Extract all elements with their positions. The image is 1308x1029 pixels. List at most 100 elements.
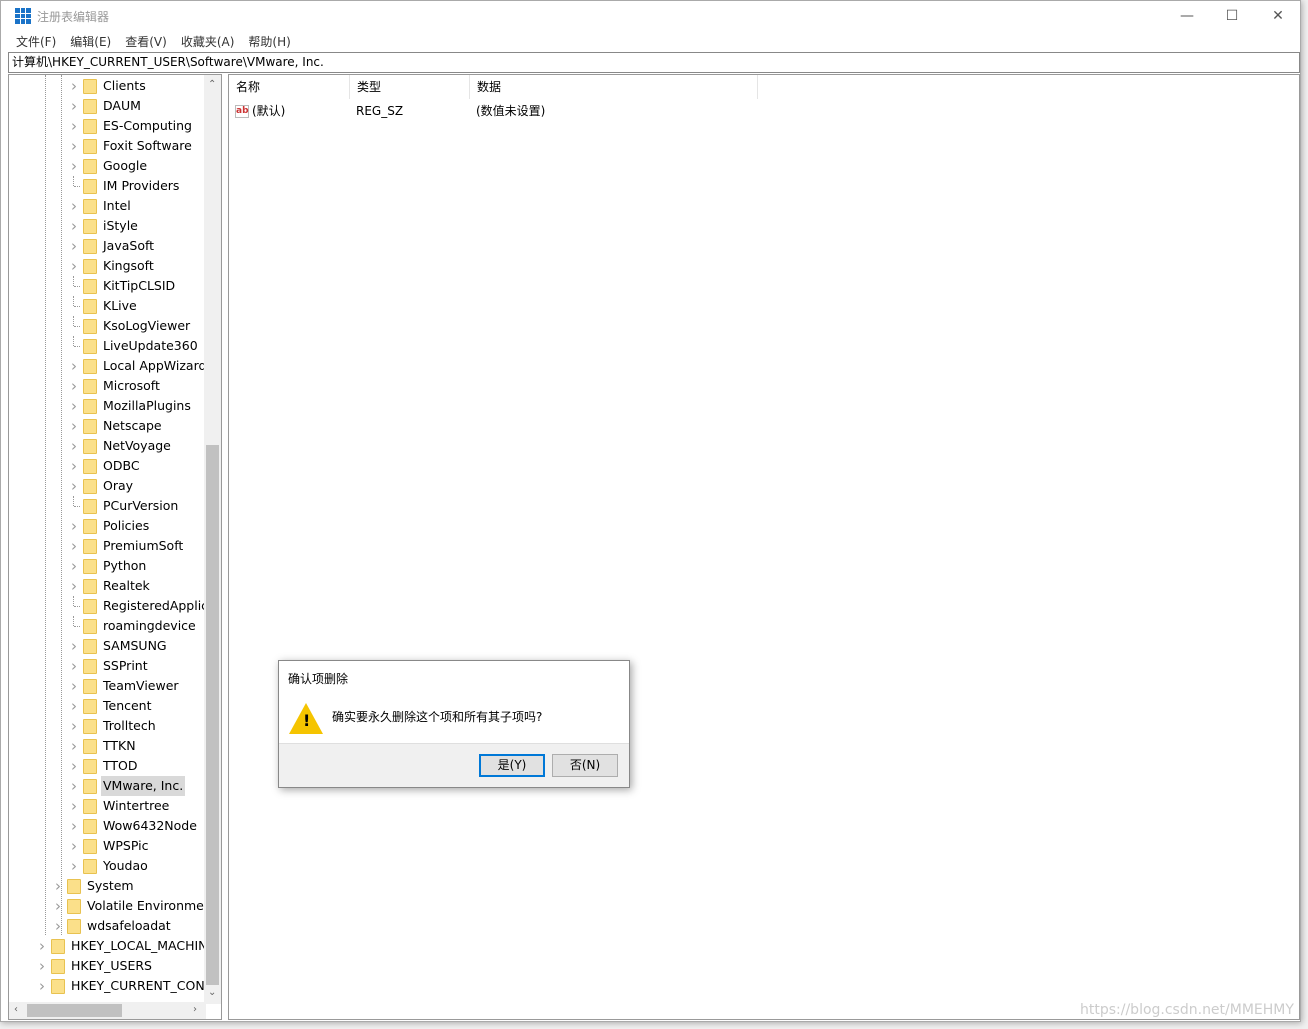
expand-arrow-icon[interactable]: ›	[37, 956, 47, 976]
tree-node[interactable]: › Youdao	[9, 856, 206, 876]
expand-arrow-icon[interactable]: ›	[69, 656, 79, 676]
tree-node[interactable]: › SAMSUNG	[9, 636, 206, 656]
menu-file[interactable]: 文件(F)	[9, 33, 63, 50]
expand-arrow-icon[interactable]: ›	[69, 636, 79, 656]
scroll-left-arrow-icon[interactable]: ‹	[14, 1004, 18, 1015]
expand-arrow-icon[interactable]: ›	[69, 456, 79, 476]
tree-node[interactable]: › ES-Computing	[9, 116, 206, 136]
expand-arrow-icon[interactable]: ›	[69, 676, 79, 696]
tree-node[interactable]: › VMware, Inc.	[9, 776, 206, 796]
scroll-down-arrow-icon[interactable]: ⌄	[208, 987, 216, 998]
tree-node[interactable]: roamingdevice	[9, 616, 206, 636]
expand-arrow-icon[interactable]: ›	[69, 416, 79, 436]
tree-node[interactable]: › DAUM	[9, 96, 206, 116]
tree-node[interactable]: › TTOD	[9, 756, 206, 776]
no-button[interactable]: 否(N)	[552, 754, 618, 777]
tree-node[interactable]: › Tencent	[9, 696, 206, 716]
tree-node[interactable]: › Google	[9, 156, 206, 176]
tree-node[interactable]: KitTipCLSID	[9, 276, 206, 296]
tree-node[interactable]: › Kingsoft	[9, 256, 206, 276]
tree-node[interactable]: › NetVoyage	[9, 436, 206, 456]
tree-node[interactable]: › Oray	[9, 476, 206, 496]
expand-arrow-icon[interactable]: ›	[69, 196, 79, 216]
tree-node[interactable]: IM Providers	[9, 176, 206, 196]
expand-arrow-icon[interactable]: ›	[69, 376, 79, 396]
tree-node[interactable]: › Foxit Software	[9, 136, 206, 156]
tree-node[interactable]: ›Local AppWizard-Generated Applications	[9, 356, 221, 376]
minimize-button[interactable]: —	[1164, 1, 1210, 31]
expand-arrow-icon[interactable]: ›	[69, 436, 79, 456]
tree-vertical-scrollbar[interactable]: ⌃ ⌄	[204, 75, 221, 1004]
tree-node[interactable]: › Intel	[9, 196, 206, 216]
tree-node[interactable]: › MozillaPlugins	[9, 396, 206, 416]
tree-node[interactable]: › PremiumSoft	[9, 536, 206, 556]
expand-arrow-icon[interactable]: ›	[69, 756, 79, 776]
expand-arrow-icon[interactable]: ›	[69, 816, 79, 836]
menu-favorites[interactable]: 收藏夹(A)	[174, 33, 242, 50]
tree-node[interactable]: RegisteredApplications	[9, 596, 221, 616]
tree-vscroll-thumb[interactable]	[206, 445, 219, 985]
tree-node[interactable]: › System	[9, 876, 206, 896]
tree-node[interactable]: › HKEY_USERS	[9, 956, 206, 976]
tree-node[interactable]: › SSPrint	[9, 656, 206, 676]
expand-arrow-icon[interactable]: ›	[69, 156, 79, 176]
expand-arrow-icon[interactable]: ›	[69, 76, 79, 96]
expand-arrow-icon[interactable]: ›	[69, 856, 79, 876]
address-bar[interactable]: 计算机\HKEY_CURRENT_USER\Software\VMware, I…	[8, 52, 1300, 73]
expand-arrow-icon[interactable]: ›	[69, 796, 79, 816]
expand-arrow-icon[interactable]: ›	[69, 576, 79, 596]
scroll-right-arrow-icon[interactable]: ›	[193, 1004, 197, 1015]
close-button[interactable]: ✕	[1255, 1, 1301, 31]
expand-arrow-icon[interactable]: ›	[69, 556, 79, 576]
scroll-up-arrow-icon[interactable]: ⌃	[208, 79, 216, 90]
expand-arrow-icon[interactable]: ›	[69, 236, 79, 256]
expand-arrow-icon[interactable]: ›	[69, 716, 79, 736]
expand-arrow-icon[interactable]: ›	[69, 836, 79, 856]
tree-node[interactable]: › Wow6432Node	[9, 816, 206, 836]
tree-node[interactable]: › TeamViewer	[9, 676, 206, 696]
tree-node[interactable]: › HKEY_CURRENT_CONFIG	[9, 976, 221, 996]
tree-node[interactable]: PCurVersion	[9, 496, 206, 516]
tree-node[interactable]: › wdsafeloadat	[9, 916, 206, 936]
expand-arrow-icon[interactable]: ›	[69, 216, 79, 236]
expand-arrow-icon[interactable]: ›	[69, 536, 79, 556]
expand-arrow-icon[interactable]: ›	[69, 516, 79, 536]
tree-node[interactable]: LiveUpdate360	[9, 336, 206, 356]
tree-node[interactable]: › iStyle	[9, 216, 206, 236]
tree-node[interactable]: › Python	[9, 556, 206, 576]
tree-node[interactable]: › Realtek	[9, 576, 206, 596]
tree-node[interactable]: › JavaSoft	[9, 236, 206, 256]
tree-node[interactable]: › Wintertree	[9, 796, 206, 816]
tree-node[interactable]: › WPSPic	[9, 836, 206, 856]
tree-node[interactable]: › Trolltech	[9, 716, 206, 736]
tree-node[interactable]: › Netscape	[9, 416, 206, 436]
tree-node[interactable]: KsoLogViewer	[9, 316, 206, 336]
menu-help[interactable]: 帮助(H)	[241, 33, 297, 50]
expand-arrow-icon[interactable]: ›	[37, 976, 47, 996]
tree-hscroll-thumb[interactable]	[27, 1004, 122, 1017]
tree-node[interactable]: KLive	[9, 296, 206, 316]
column-header-name[interactable]: 名称	[229, 75, 350, 99]
tree-horizontal-scrollbar[interactable]: ‹ ›	[9, 1002, 206, 1019]
expand-arrow-icon[interactable]: ›	[69, 356, 79, 376]
expand-arrow-icon[interactable]: ›	[69, 476, 79, 496]
expand-arrow-icon[interactable]: ›	[69, 776, 79, 796]
tree-node[interactable]: › Policies	[9, 516, 206, 536]
column-header-type[interactable]: 类型	[350, 75, 470, 99]
menu-view[interactable]: 查看(V)	[118, 33, 174, 50]
tree-node[interactable]: › HKEY_LOCAL_MACHINE	[9, 936, 215, 956]
expand-arrow-icon[interactable]: ›	[69, 116, 79, 136]
tree-node[interactable]: › ODBC	[9, 456, 206, 476]
tree-node[interactable]: › Clients	[9, 76, 206, 96]
tree-node[interactable]: › TTKN	[9, 736, 206, 756]
expand-arrow-icon[interactable]: ›	[69, 96, 79, 116]
expand-arrow-icon[interactable]: ›	[69, 256, 79, 276]
tree-node[interactable]: › Microsoft	[9, 376, 206, 396]
expand-arrow-icon[interactable]: ›	[37, 936, 47, 956]
maximize-button[interactable]: ☐	[1209, 1, 1255, 31]
expand-arrow-icon[interactable]: ›	[69, 136, 79, 156]
expand-arrow-icon[interactable]: ›	[69, 696, 79, 716]
column-header-data[interactable]: 数据	[470, 75, 758, 99]
expand-arrow-icon[interactable]: ›	[69, 396, 79, 416]
menu-edit[interactable]: 编辑(E)	[63, 33, 118, 50]
